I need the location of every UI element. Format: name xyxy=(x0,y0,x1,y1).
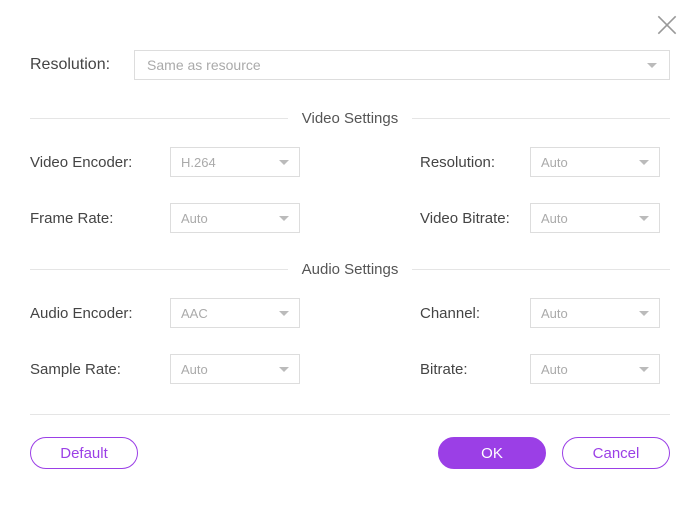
chevron-down-icon xyxy=(279,160,289,165)
audio-encoder-select[interactable]: AAC xyxy=(170,298,300,328)
frame-rate-value: Auto xyxy=(181,211,208,226)
channel-value: Auto xyxy=(541,306,568,321)
close-icon xyxy=(654,12,680,38)
video-bitrate-value: Auto xyxy=(541,211,568,226)
sample-rate-value: Auto xyxy=(181,362,208,377)
top-resolution-select[interactable]: Same as resource xyxy=(134,50,670,80)
audio-encoder-value: AAC xyxy=(181,306,208,321)
video-encoder-select[interactable]: H.264 xyxy=(170,147,300,177)
video-settings-title: Video Settings xyxy=(288,110,412,127)
video-settings-header: Video Settings xyxy=(30,110,670,127)
video-encoder-label: Video Encoder: xyxy=(30,154,170,171)
audio-bitrate-value: Auto xyxy=(541,362,568,377)
audio-bitrate-select[interactable]: Auto xyxy=(530,354,660,384)
audio-encoder-label: Audio Encoder: xyxy=(30,305,170,322)
top-resolution-label: Resolution: xyxy=(30,56,110,74)
ok-button[interactable]: OK xyxy=(438,437,546,469)
chevron-down-icon xyxy=(639,160,649,165)
default-button[interactable]: Default xyxy=(30,437,138,469)
cancel-button-label: Cancel xyxy=(593,445,640,462)
top-resolution-value: Same as resource xyxy=(147,57,261,73)
chevron-down-icon xyxy=(279,311,289,316)
audio-settings-header: Audio Settings xyxy=(30,261,670,278)
footer-divider xyxy=(30,414,670,415)
default-button-label: Default xyxy=(60,445,108,462)
ok-button-label: OK xyxy=(481,445,503,462)
sample-rate-select[interactable]: Auto xyxy=(170,354,300,384)
video-resolution-value: Auto xyxy=(541,155,568,170)
channel-label: Channel: xyxy=(420,305,530,322)
video-bitrate-label: Video Bitrate: xyxy=(420,210,530,227)
chevron-down-icon xyxy=(647,63,657,68)
chevron-down-icon xyxy=(279,216,289,221)
cancel-button[interactable]: Cancel xyxy=(562,437,670,469)
chevron-down-icon xyxy=(279,367,289,372)
audio-settings-title: Audio Settings xyxy=(288,261,413,278)
close-button[interactable] xyxy=(654,12,680,38)
frame-rate-select[interactable]: Auto xyxy=(170,203,300,233)
video-encoder-value: H.264 xyxy=(181,155,216,170)
video-resolution-select[interactable]: Auto xyxy=(530,147,660,177)
video-bitrate-select[interactable]: Auto xyxy=(530,203,660,233)
chevron-down-icon xyxy=(639,311,649,316)
chevron-down-icon xyxy=(639,216,649,221)
channel-select[interactable]: Auto xyxy=(530,298,660,328)
chevron-down-icon xyxy=(639,367,649,372)
frame-rate-label: Frame Rate: xyxy=(30,210,170,227)
audio-bitrate-label: Bitrate: xyxy=(420,361,530,378)
video-resolution-label: Resolution: xyxy=(420,154,530,171)
sample-rate-label: Sample Rate: xyxy=(30,361,170,378)
